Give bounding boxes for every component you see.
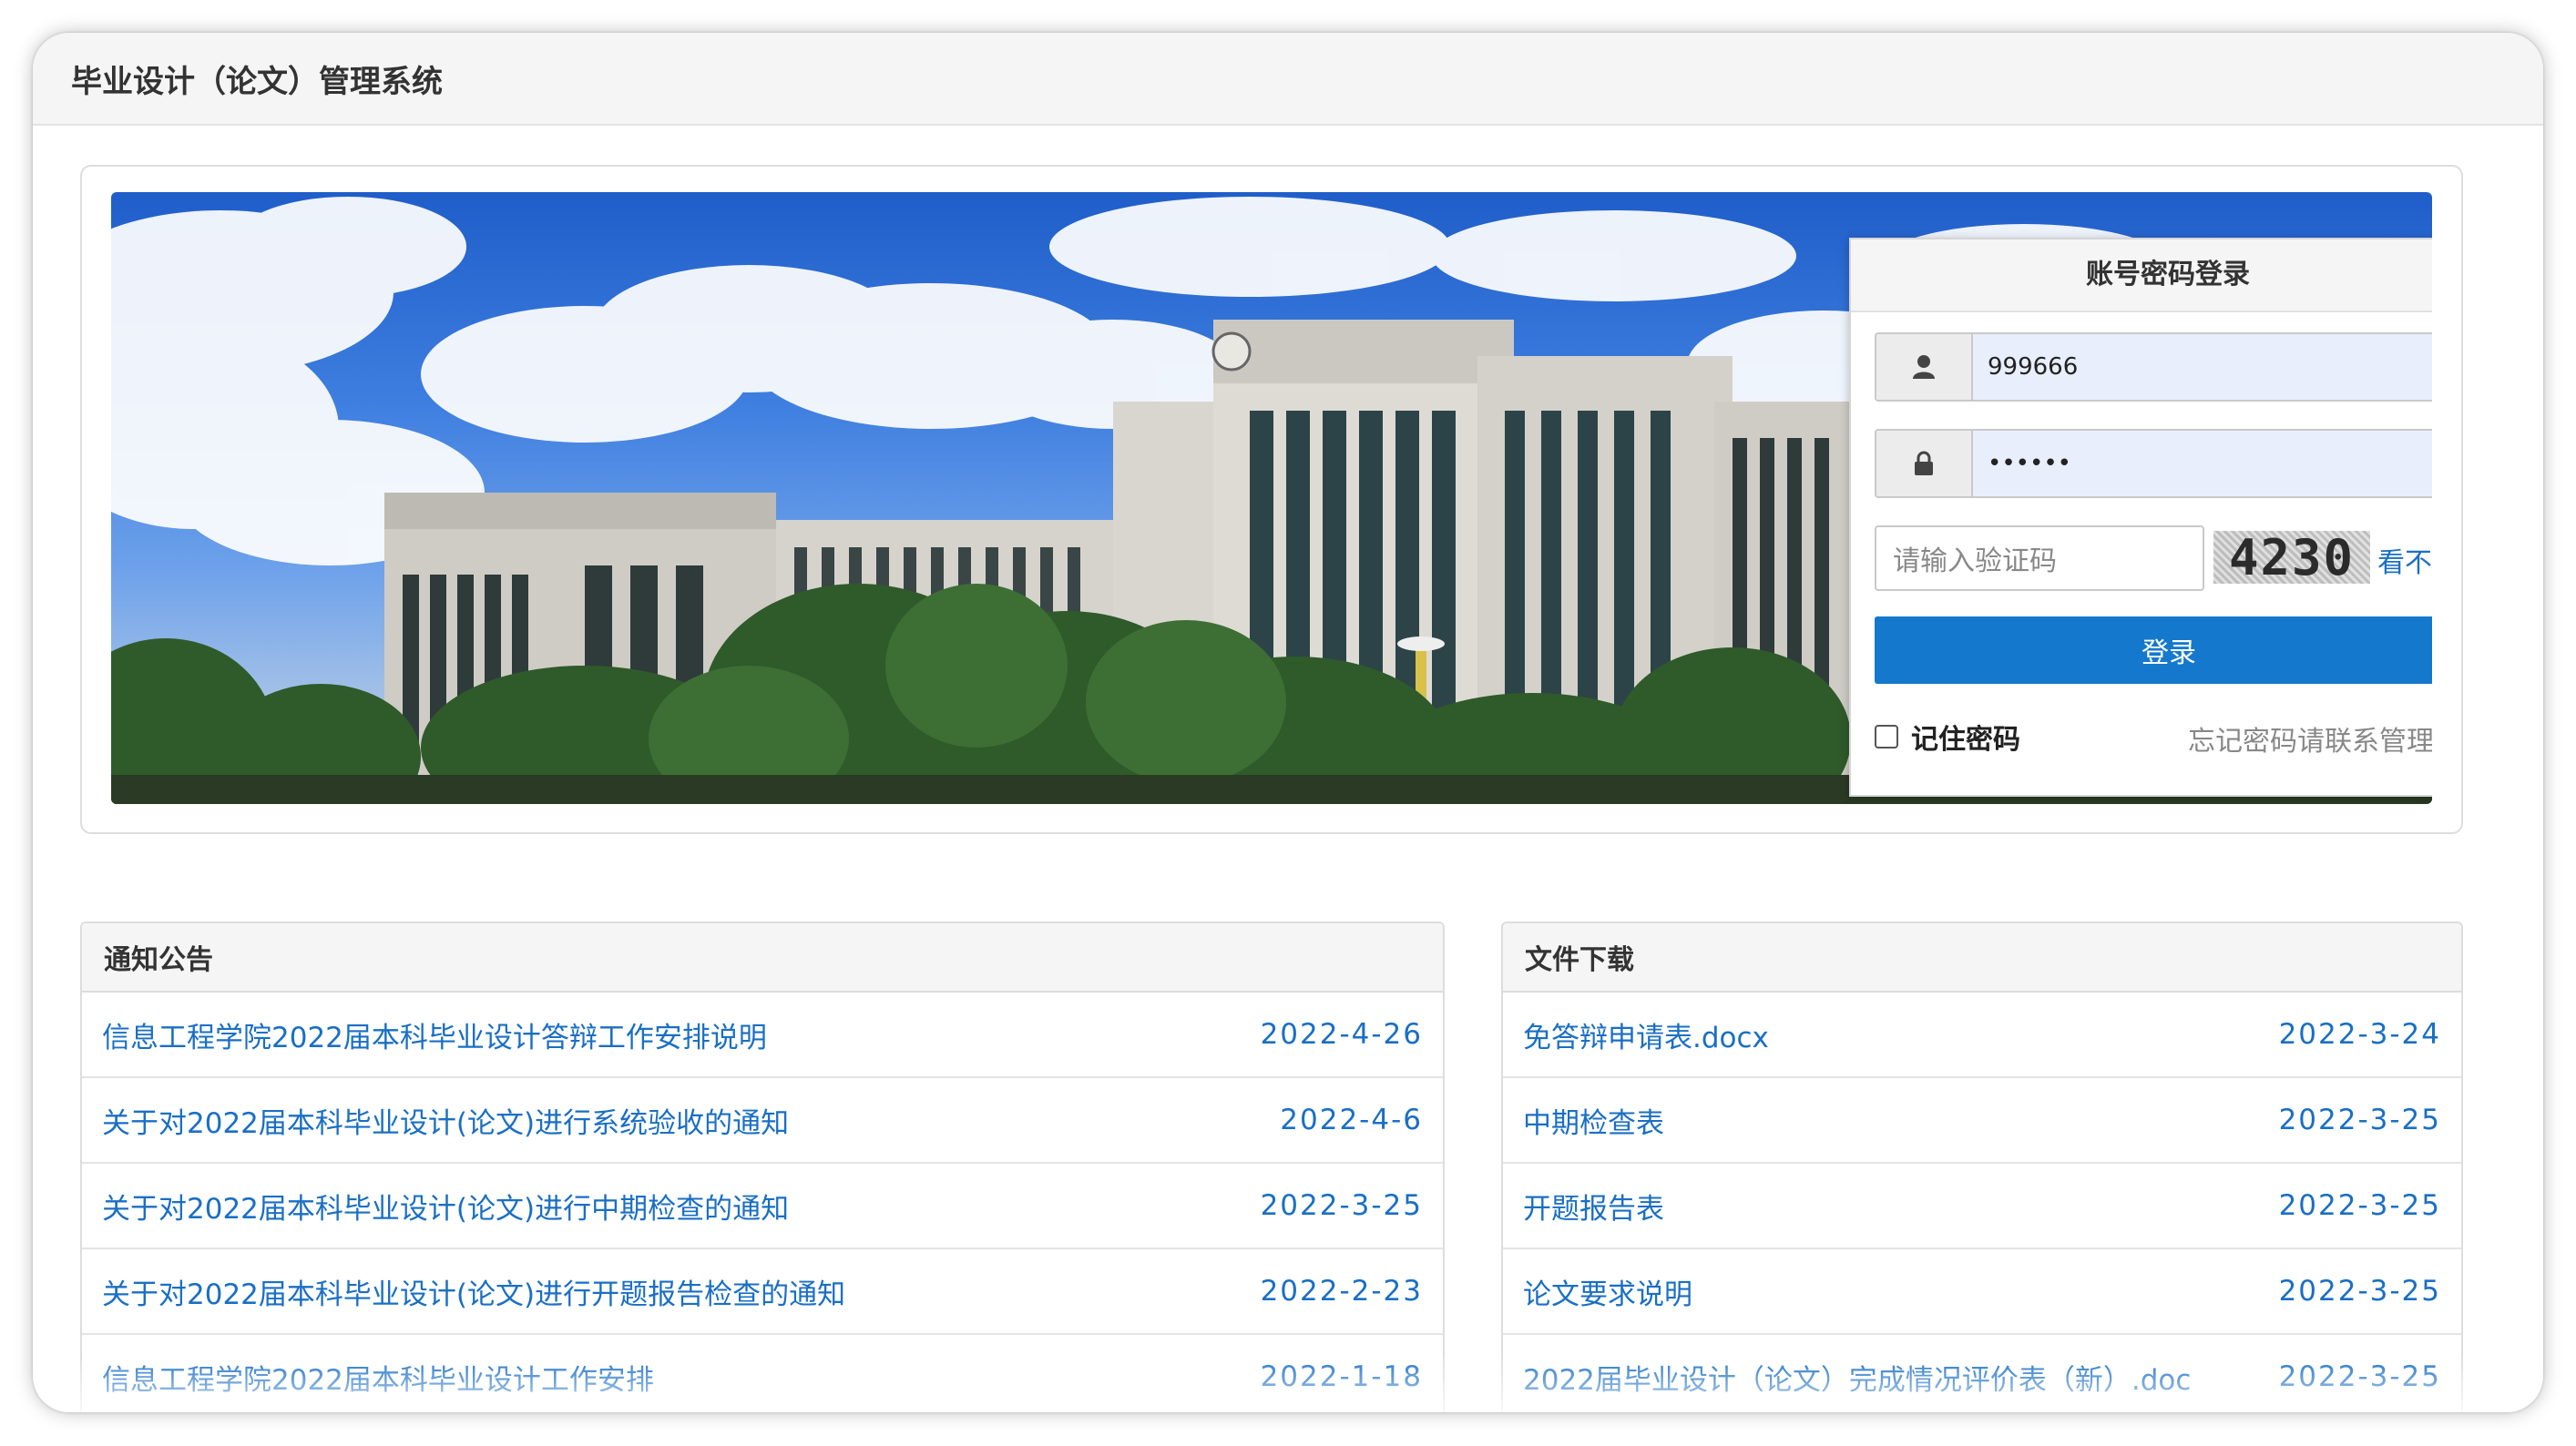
- file-link[interactable]: 2022届毕业设计（论文）完成情况评价表（新）.doc: [1523, 1357, 2191, 1398]
- remember-password[interactable]: 记住密码: [1875, 717, 2020, 757]
- file-date: 2022-3-25: [2278, 1275, 2441, 1308]
- file-row[interactable]: 中期检查表 2022-3-25: [1503, 1078, 2461, 1164]
- captcha-image[interactable]: 4230: [2213, 529, 2370, 586]
- notice-date: 2022-4-6: [1280, 1104, 1423, 1136]
- notice-date: 2022-4-26: [1260, 1018, 1423, 1051]
- forgot-password-text: 忘记密码请联系管理员: [2188, 726, 2432, 758]
- file-date: 2022-3-25: [2278, 1104, 2441, 1136]
- captcha-refresh-link[interactable]: 看不清: [2377, 540, 2432, 580]
- file-link[interactable]: 中期检查表: [1523, 1100, 1664, 1141]
- notice-row[interactable]: 关于对2022届本科毕业设计(论文)进行系统验收的通知 2022-4-6: [82, 1078, 1443, 1164]
- notice-date: 2022-2-23: [1260, 1275, 1423, 1308]
- file-date: 2022-3-25: [2278, 1189, 2441, 1222]
- file-link[interactable]: 开题报告表: [1523, 1186, 1664, 1227]
- notice-panel-title: 通知公告: [82, 923, 1443, 993]
- file-link[interactable]: 论文要求说明: [1523, 1271, 1692, 1312]
- username-value[interactable]: 999666: [1973, 334, 2432, 400]
- banner-container: 账号密码登录 999666 •••••• 请输入验证码 4230 看不 登录 记…: [80, 165, 2463, 834]
- notice-row[interactable]: 信息工程学院2022届本科毕业设计答辩工作安排说明 2022-4-26: [82, 993, 1443, 1078]
- file-date: 2022-3-25: [2278, 1360, 2441, 1393]
- notice-row[interactable]: 关于对2022届本科毕业设计(论文)进行开题报告检查的通知 2022-2-23: [82, 1249, 1443, 1335]
- notice-link[interactable]: 信息工程学院2022届本科毕业设计答辩工作安排说明: [102, 1014, 767, 1055]
- file-link[interactable]: 免答辩申请表.docx: [1523, 1014, 1769, 1055]
- notice-row[interactable]: 信息工程学院2022届本科毕业设计工作安排 2022-1-18: [82, 1335, 1443, 1412]
- remember-checkbox[interactable]: [1875, 725, 1898, 748]
- password-value[interactable]: ••••••: [1973, 431, 2432, 496]
- file-row[interactable]: 免答辩申请表.docx 2022-3-24: [1503, 993, 2461, 1078]
- file-row[interactable]: 开题报告表 2022-3-25: [1503, 1164, 2461, 1249]
- password-field[interactable]: ••••••: [1875, 429, 2432, 498]
- notice-panel: 通知公告 信息工程学院2022届本科毕业设计答辩工作安排说明 2022-4-26…: [80, 922, 1445, 1412]
- login-heading: 账号密码登录: [1851, 239, 2432, 312]
- files-panel-title: 文件下载: [1503, 923, 2461, 993]
- top-bar: 毕业设计（论文）管理系统: [33, 33, 2543, 126]
- notice-date: 2022-1-18: [1260, 1360, 1423, 1393]
- captcha-input[interactable]: 请输入验证码: [1875, 525, 2204, 591]
- notice-link[interactable]: 信息工程学院2022届本科毕业设计工作安排: [102, 1357, 654, 1398]
- remember-label: 记住密码: [1911, 724, 2020, 756]
- file-date: 2022-3-24: [2278, 1018, 2441, 1051]
- lock-icon: [1876, 431, 1973, 496]
- login-button[interactable]: 登录: [1875, 616, 2432, 684]
- notice-date: 2022-3-25: [1260, 1189, 1423, 1222]
- page-title: 毕业设计（论文）管理系统: [71, 64, 443, 100]
- files-panel: 文件下载 免答辩申请表.docx 2022-3-24 中期检查表 2022-3-…: [1501, 922, 2463, 1412]
- notice-row[interactable]: 关于对2022届本科毕业设计(论文)进行中期检查的通知 2022-3-25: [82, 1164, 1443, 1249]
- login-panel: 账号密码登录 999666 •••••• 请输入验证码 4230 看不 登录 记…: [1849, 238, 2432, 797]
- notice-link[interactable]: 关于对2022届本科毕业设计(论文)进行开题报告检查的通知: [102, 1271, 845, 1312]
- user-icon: [1876, 334, 1973, 400]
- app-window: 毕业设计（论文）管理系统 账号密码登录 999666 •••••• 请输入验证码…: [33, 33, 2543, 1412]
- notice-link[interactable]: 关于对2022届本科毕业设计(论文)进行中期检查的通知: [102, 1186, 789, 1227]
- file-row[interactable]: 论文要求说明 2022-3-25: [1503, 1249, 2461, 1335]
- campus-banner-image: 账号密码登录 999666 •••••• 请输入验证码 4230 看不 登录 记…: [111, 192, 2432, 804]
- username-field[interactable]: 999666: [1875, 332, 2432, 402]
- notice-link[interactable]: 关于对2022届本科毕业设计(论文)进行系统验收的通知: [102, 1100, 789, 1141]
- file-row[interactable]: 2022届毕业设计（论文）完成情况评价表（新）.doc 2022-3-25: [1503, 1335, 2461, 1412]
